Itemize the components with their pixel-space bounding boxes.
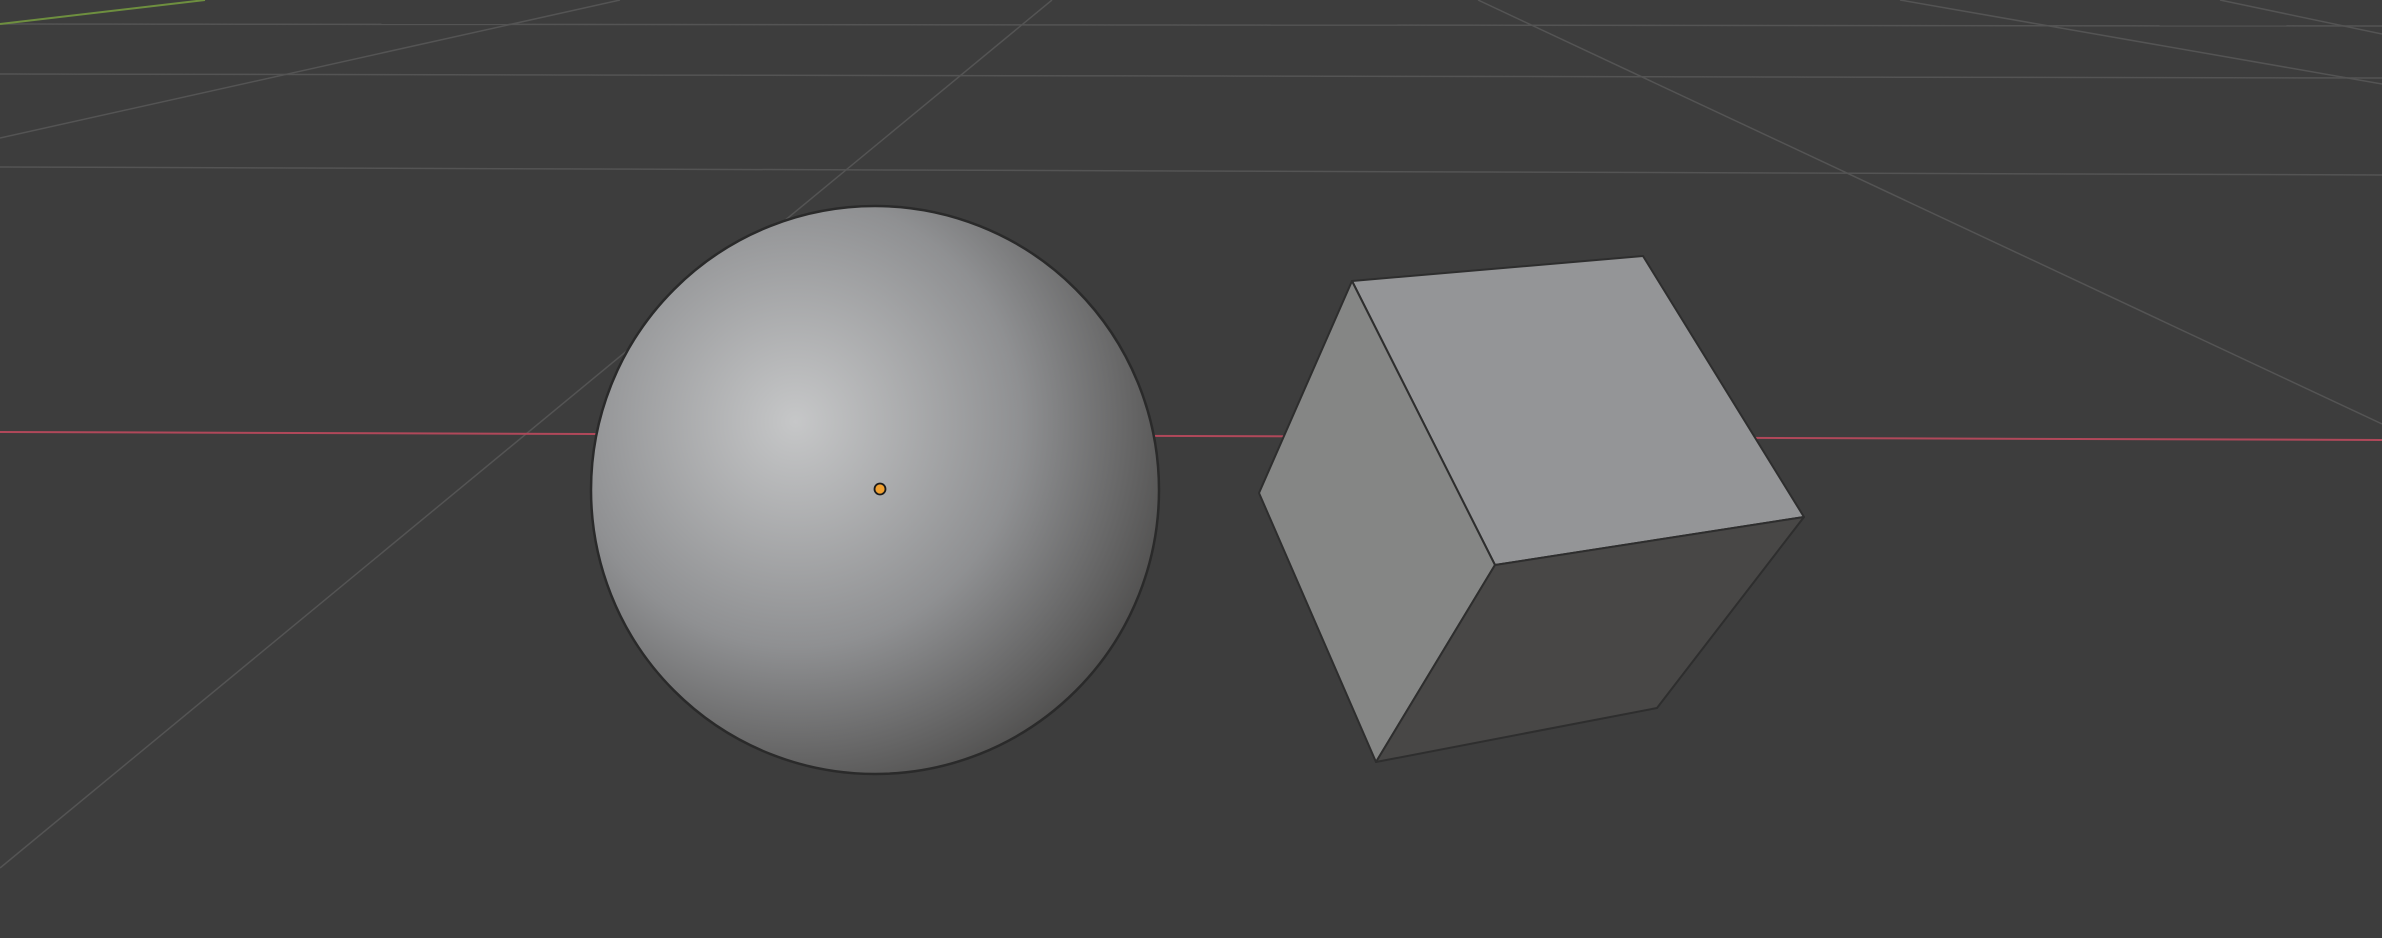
object-origin-marker[interactable] — [873, 482, 887, 496]
3d-viewport[interactable] — [0, 0, 2382, 938]
origin-dot-icon[interactable] — [873, 482, 887, 496]
viewport-scene[interactable] — [0, 0, 2382, 938]
viewport-background — [0, 0, 2382, 938]
